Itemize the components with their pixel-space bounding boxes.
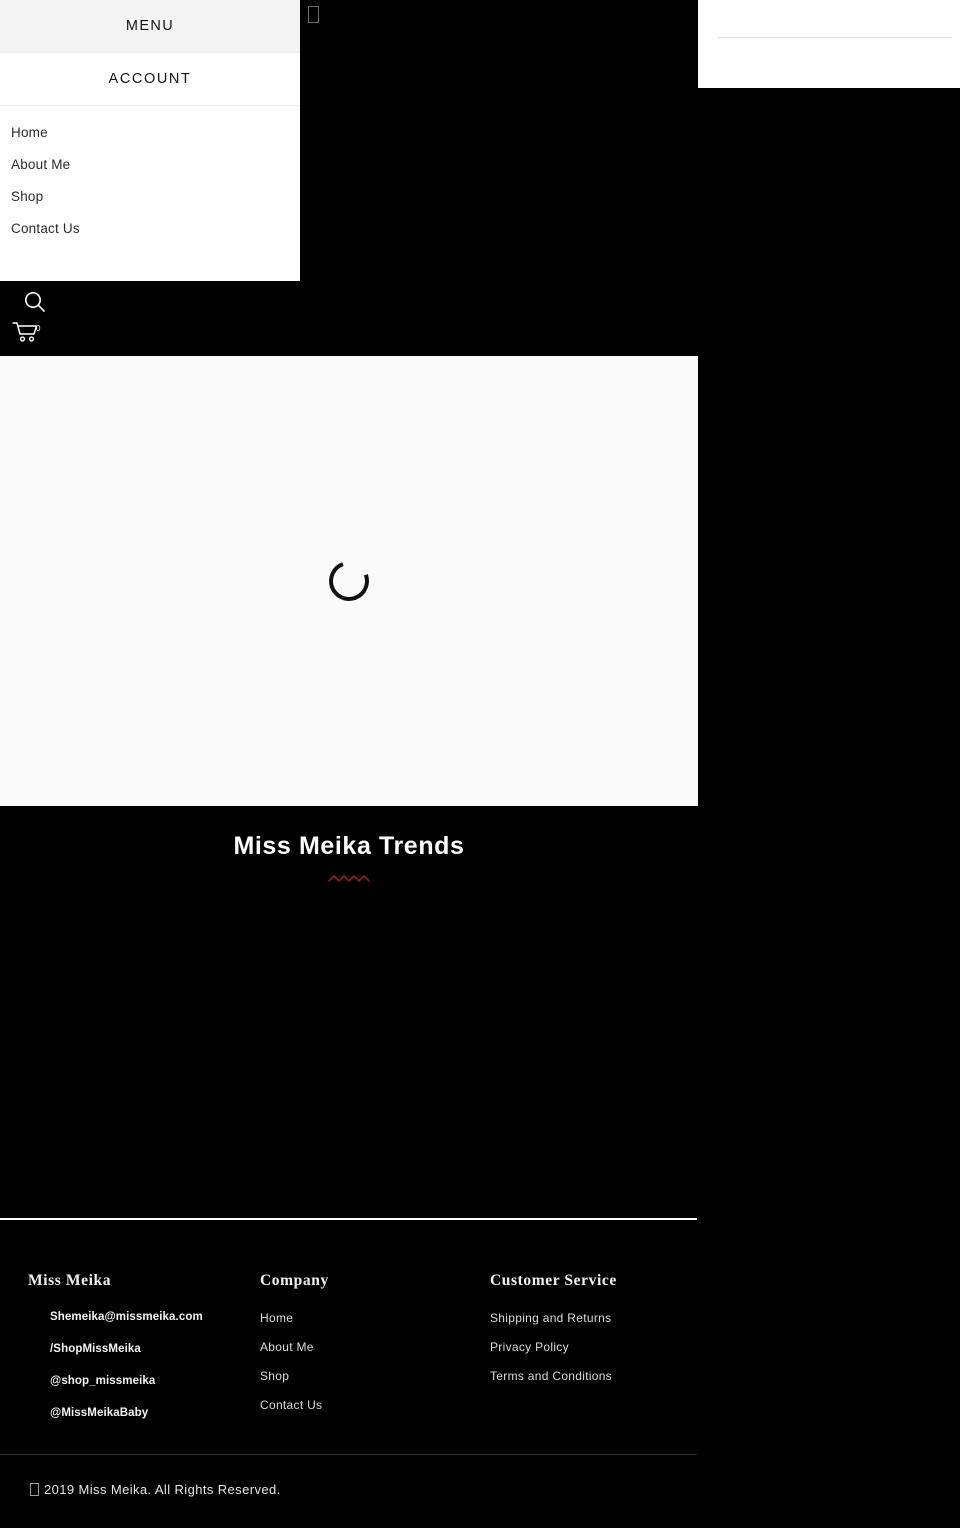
footer-contact-email[interactable]: Shemeika@missmeika.com <box>50 1311 248 1323</box>
trends-section: Miss Meika Trends <box>0 806 698 936</box>
footer-link-privacy-policy[interactable]: Privacy Policy <box>490 1340 700 1354</box>
menu-item-shop[interactable]: Shop <box>0 181 300 213</box>
menu-nav-list: Home About Me Shop Contact Us <box>0 106 300 245</box>
footer-column-company: Company Home About Me Shop Contact Us <box>260 1272 470 1412</box>
footer-contact-instagram[interactable]: @shop_missmeika <box>50 1375 248 1387</box>
footer-contact-twitter[interactable]: @MissMeikaBaby <box>50 1407 248 1419</box>
footer-company-heading: Company <box>260 1272 329 1289</box>
account-panel-row-bottom[interactable] <box>698 37 960 74</box>
main-content-loading-area <box>0 356 698 806</box>
missing-glyph-icon <box>308 6 319 23</box>
menu-drawer: MENU ACCOUNT Home About Me Shop Contact … <box>0 0 300 281</box>
copyright-text: 2019 Miss Meika. All Rights Reserved. <box>44 1482 281 1497</box>
footer-link-home[interactable]: Home <box>260 1311 470 1325</box>
footer-link-shop[interactable]: Shop <box>260 1369 470 1383</box>
search-icon[interactable] <box>22 289 48 315</box>
trends-section-title: Miss Meika Trends <box>233 832 465 860</box>
copyright-missing-glyph-icon <box>30 1483 39 1496</box>
squiggle-divider-icon <box>0 873 698 887</box>
menu-drawer-header[interactable]: MENU <box>0 0 300 53</box>
account-header-label: ACCOUNT <box>108 71 192 87</box>
footer-bottom-divider <box>0 1454 697 1455</box>
footer-link-shipping-and-returns[interactable]: Shipping and Returns <box>490 1311 700 1325</box>
menu-item-home[interactable]: Home <box>0 117 300 149</box>
loading-spinner-icon <box>322 554 376 608</box>
footer-link-about-me[interactable]: About Me <box>260 1340 470 1354</box>
header-icon-rail: 0 <box>0 283 300 353</box>
menu-item-about-me[interactable]: About Me <box>0 149 300 181</box>
footer-link-terms-and-conditions[interactable]: Terms and Conditions <box>490 1369 700 1383</box>
account-dropdown-panel[interactable] <box>698 0 960 88</box>
footer-customer-service-heading: Customer Service <box>490 1272 617 1289</box>
account-drawer-header[interactable]: ACCOUNT <box>0 53 300 106</box>
menu-header-label: MENU <box>125 18 175 34</box>
footer-link-contact-us[interactable]: Contact Us <box>260 1398 470 1412</box>
footer-column-brand: Miss Meika Shemeika@missmeika.com /ShopM… <box>28 1272 248 1419</box>
copyright-line: 2019 Miss Meika. All Rights Reserved. <box>0 1482 697 1497</box>
cart-count-badge: 0 <box>36 324 41 333</box>
account-panel-divider <box>718 37 952 38</box>
footer-contact-facebook[interactable]: /ShopMissMeika <box>50 1343 248 1355</box>
footer-column-customer-service: Customer Service Shipping and Returns Pr… <box>490 1272 700 1383</box>
account-panel-row-top[interactable] <box>698 0 960 37</box>
menu-item-contact-us[interactable]: Contact Us <box>0 213 300 245</box>
footer-brand-heading: Miss Meika <box>28 1272 112 1289</box>
